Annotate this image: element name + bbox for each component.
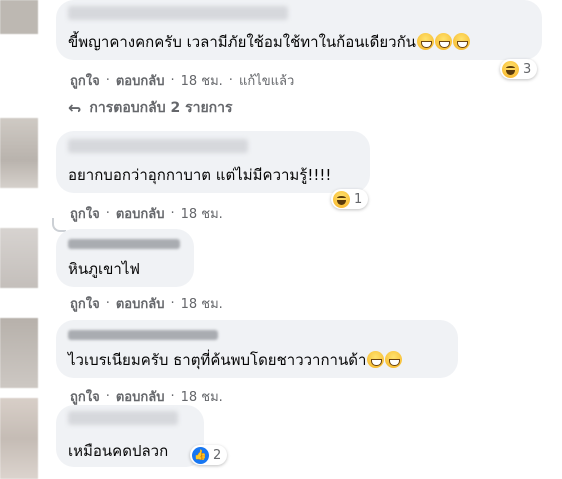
thread-connector [52, 218, 66, 232]
reaction-count: 3 [523, 61, 532, 77]
avatar[interactable] [0, 118, 38, 188]
comment-actions: ถูกใจ · ตอบกลับ · 18 ชม. · แก้ไขแล้ว [70, 70, 294, 91]
timestamp[interactable]: 18 ชม. [181, 203, 223, 224]
avatar[interactable] [0, 0, 38, 34]
thumbs-up-icon: 👍 [192, 446, 209, 464]
reply-link[interactable]: ตอบกลับ [116, 386, 165, 407]
timestamp[interactable]: 18 ชม. [181, 386, 223, 407]
edited-label: แก้ไขแล้ว [238, 74, 295, 89]
commenter-name-redacted[interactable] [68, 139, 248, 153]
reply-link[interactable]: ตอบกลับ [116, 203, 165, 224]
reaction-count: 1 [354, 191, 363, 207]
avatar[interactable] [0, 228, 38, 288]
grin-emoji-icon [434, 33, 452, 50]
commenter-name-redacted[interactable] [68, 411, 178, 425]
commenter-name-redacted[interactable] [68, 330, 218, 340]
replies-label: การตอบกลับ 2 รายการ [89, 100, 233, 116]
commenter-name-redacted[interactable] [68, 6, 288, 20]
timestamp[interactable]: 18 ชม. [181, 293, 223, 314]
like-link[interactable]: ถูกใจ [70, 203, 100, 224]
laughing-emoji-icon [385, 351, 403, 368]
comment-bubble: หินภูเขาไฟ [56, 229, 194, 287]
like-link[interactable]: ถูกใจ [70, 70, 100, 91]
grin-emoji-icon [452, 33, 470, 50]
reaction-summary[interactable]: 3 [500, 59, 538, 79]
comment-bubble: เหมือนคดปลวก [56, 405, 204, 467]
reaction-summary[interactable]: 1 [331, 189, 369, 209]
view-replies-link[interactable]: ↩ การตอบกลับ 2 รายการ [68, 97, 233, 119]
comment-text: หินภูเขาไฟ [68, 260, 140, 278]
like-link[interactable]: ถูกใจ [70, 386, 100, 407]
comment-text: อยากบอกว่าอุกกาบาต แต่ไม่มีความรู้!!!! [68, 166, 332, 184]
reaction-count: 2 [213, 447, 222, 463]
comment-text: เหมือนคดปลวก [68, 442, 169, 460]
avatar[interactable] [0, 398, 38, 479]
reply-link[interactable]: ตอบกลับ [116, 70, 165, 91]
comment-bubble: อยากบอกว่าอุกกาบาต แต่ไม่มีความรู้!!!! [56, 131, 370, 193]
haha-reaction-icon [502, 60, 519, 78]
comment-text: ขี้พญาคางคกครับ เวลามีภัยใช้อมใช้ทาในก้อ… [68, 33, 416, 51]
comment-actions: ถูกใจ · ตอบกลับ · 18 ชม. [70, 386, 223, 407]
reply-arrow-icon: ↩ [68, 98, 82, 118]
reaction-summary[interactable]: 👍 2 [190, 445, 228, 465]
comment-bubble: ไวเบรเนียมครับ ธาตุที่ค้นพบโดยชาววากานด้… [56, 320, 458, 378]
comment-text: ไวเบรเนียมครับ ธาตุที่ค้นพบโดยชาววากานด้… [68, 351, 367, 369]
avatar[interactable] [0, 318, 38, 388]
laughing-emoji-icon [367, 351, 385, 368]
reply-link[interactable]: ตอบกลับ [116, 293, 165, 314]
comment-actions: ถูกใจ · ตอบกลับ · 18 ชม. [70, 293, 223, 314]
grin-emoji-icon [416, 33, 434, 50]
haha-reaction-icon [333, 190, 350, 208]
timestamp[interactable]: 18 ชม. [181, 70, 223, 91]
comment-actions: ถูกใจ · ตอบกลับ · 18 ชม. [70, 203, 223, 224]
like-link[interactable]: ถูกใจ [70, 293, 100, 314]
commenter-name-redacted[interactable] [68, 239, 180, 249]
comment-bubble: ขี้พญาคางคกครับ เวลามีภัยใช้อมใช้ทาในก้อ… [56, 0, 542, 60]
